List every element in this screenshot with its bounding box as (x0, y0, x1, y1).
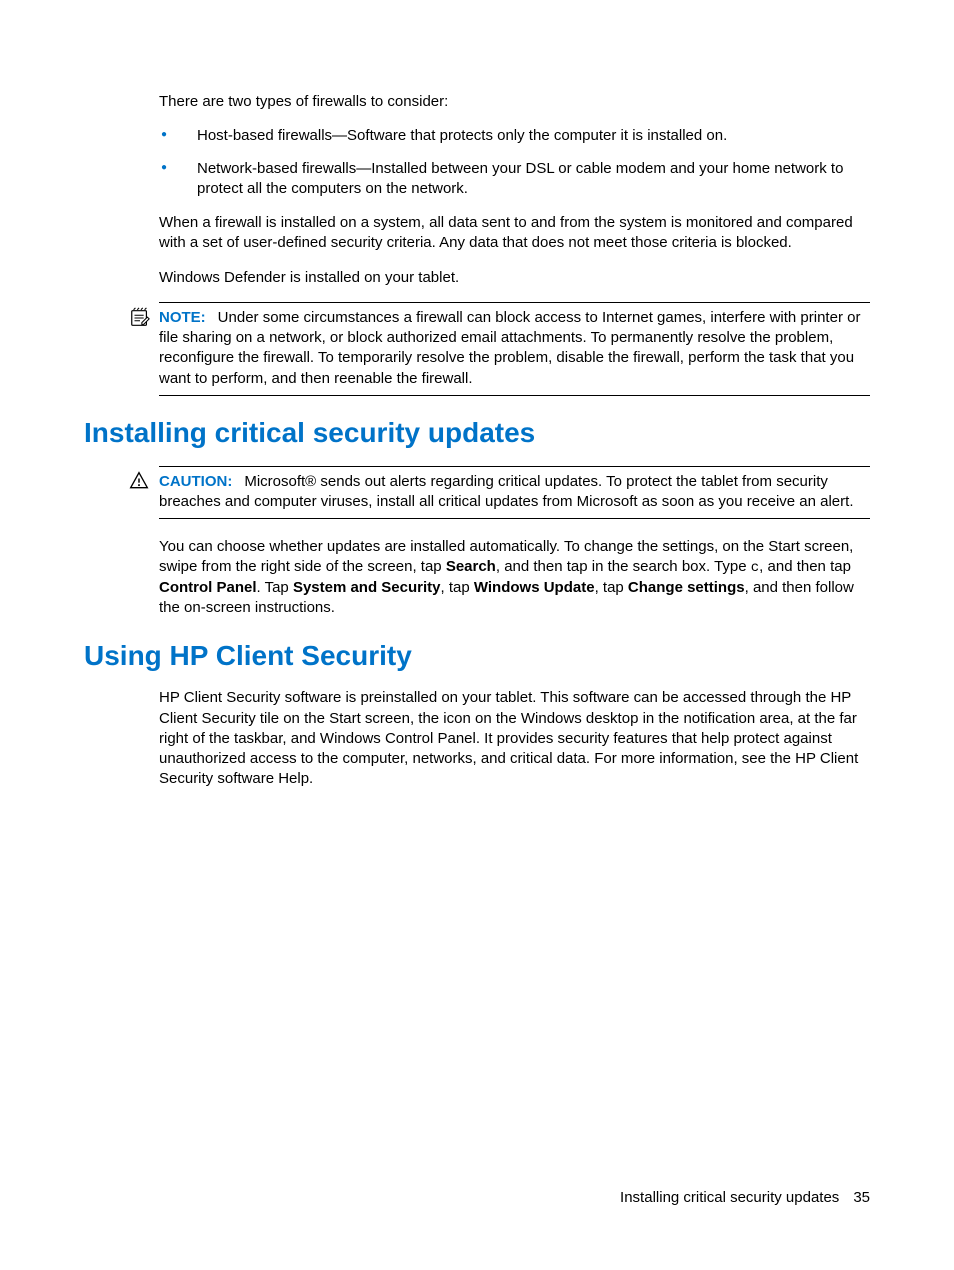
auto-updates-paragraph: You can choose whether updates are insta… (159, 537, 870, 619)
text-fragment: , and then tap (759, 558, 851, 575)
bold-search: Search (446, 558, 496, 575)
caution-body: Microsoft® sends out alerts regarding cr… (159, 473, 853, 510)
note-icon (129, 307, 151, 329)
text-fragment: , tap (595, 579, 628, 596)
defender-paragraph: Windows Defender is installed on your ta… (159, 268, 870, 288)
section-heading-hp-client-security: Using HP Client Security (84, 637, 870, 675)
section2-body: HP Client Security software is preinstal… (159, 688, 870, 789)
bold-change-settings: Change settings (628, 579, 745, 596)
footer-section-title: Installing critical security updates (620, 1189, 839, 1206)
section-heading-installing-updates: Installing critical security updates (84, 414, 870, 452)
firewall-types-list: Host-based firewalls—Software that prote… (159, 126, 870, 199)
intro-paragraph: There are two types of firewalls to cons… (159, 92, 870, 112)
bold-control-panel: Control Panel (159, 579, 257, 596)
footer-page-number: 35 (853, 1189, 870, 1206)
text-fragment: , tap (441, 579, 474, 596)
caution-callout: CAUTION:Microsoft® sends out alerts rega… (159, 466, 870, 520)
note-label: NOTE: (159, 309, 206, 326)
code-char: c (751, 560, 759, 576)
caution-icon (129, 471, 151, 493)
list-item: Network-based firewalls—Installed betwee… (159, 159, 870, 200)
list-item-text: Network-based firewalls—Installed betwee… (197, 160, 843, 197)
bold-windows-update: Windows Update (474, 579, 595, 596)
section1-body: CAUTION:Microsoft® sends out alerts rega… (159, 466, 870, 619)
note-body: Under some circumstances a firewall can … (159, 309, 860, 387)
caution-text-block: CAUTION:Microsoft® sends out alerts rega… (159, 472, 870, 513)
text-fragment: , and then tap in the search box. Type (496, 558, 751, 575)
page-footer: Installing critical security updates 35 (620, 1188, 870, 1208)
body-section: There are two types of firewalls to cons… (159, 92, 870, 396)
list-item-text: Host-based firewalls—Software that prote… (197, 127, 727, 144)
text-fragment: . Tap (257, 579, 293, 596)
note-text-block: NOTE:Under some circumstances a firewall… (159, 308, 870, 389)
hp-client-paragraph: HP Client Security software is preinstal… (159, 688, 870, 789)
bold-system-security: System and Security (293, 579, 441, 596)
list-item: Host-based firewalls—Software that prote… (159, 126, 870, 146)
caution-label: CAUTION: (159, 473, 232, 490)
note-callout: NOTE:Under some circumstances a firewall… (159, 302, 870, 396)
firewall-monitor-paragraph: When a firewall is installed on a system… (159, 213, 870, 254)
page-content: There are two types of firewalls to cons… (0, 0, 954, 854)
